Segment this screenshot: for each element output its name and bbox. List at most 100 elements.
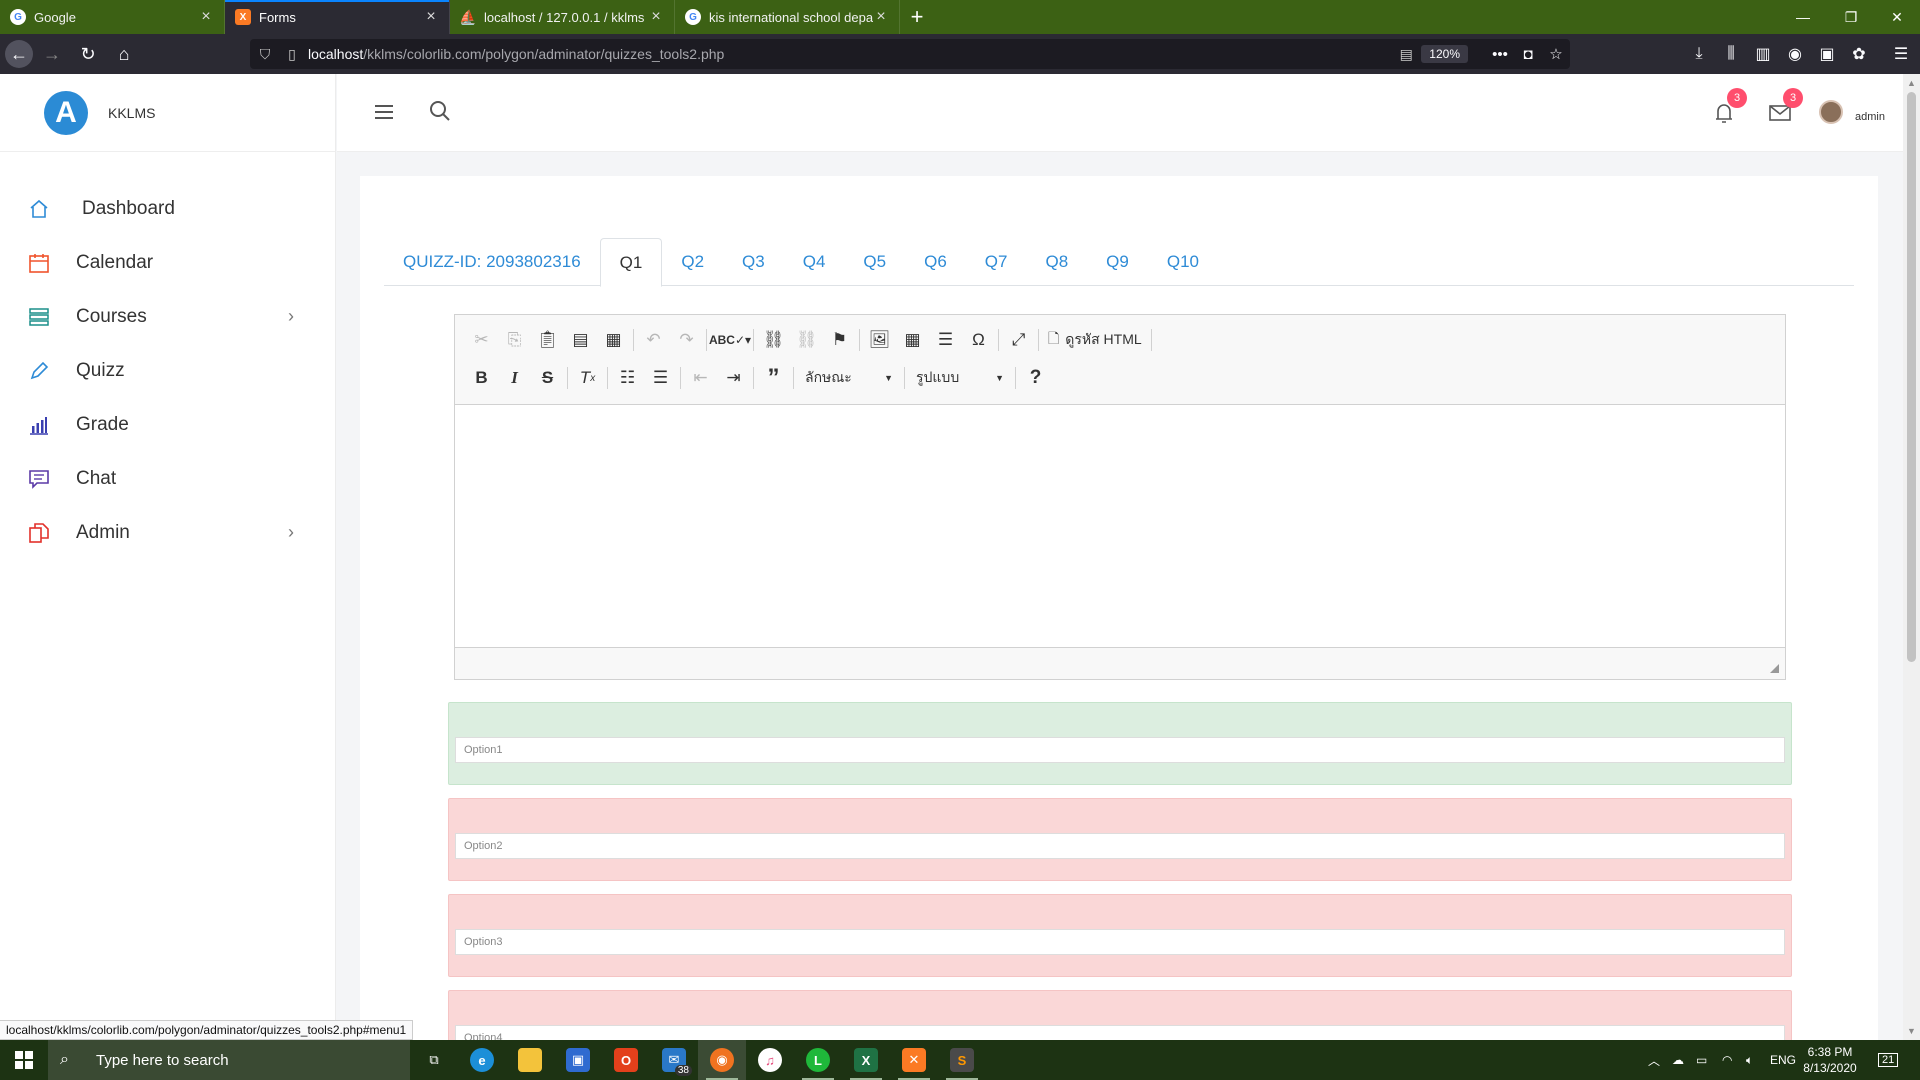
paste-icon[interactable]: 📋︎ [531,326,564,354]
language-indicator[interactable]: ENG [1770,1040,1796,1080]
username-label[interactable]: admin [1855,111,1885,123]
reload-button[interactable]: ↻ [71,39,105,69]
reader-view-icon[interactable]: ▤ [1391,46,1421,63]
paste-text-icon[interactable]: ▤ [564,326,597,354]
library-icon[interactable]: ⫼ [1716,34,1746,74]
minimize-window-icon[interactable]: — [1780,0,1826,34]
browser-tab-google[interactable]: G Google × [0,0,225,34]
cut-icon[interactable]: ✂ [465,326,498,354]
zoom-level[interactable]: 120% [1421,45,1468,63]
xampp-icon[interactable]: ✕ [890,1040,938,1080]
restore-window-icon[interactable]: ❐ [1828,0,1874,34]
remove-format-icon[interactable]: Tx [571,364,604,392]
messages-mail-icon[interactable]: 3 [1765,88,1803,128]
tab-q10[interactable]: Q10 [1148,238,1218,286]
tab-q9[interactable]: Q9 [1087,238,1148,286]
office-icon[interactable]: O [602,1040,650,1080]
sidebar-item-courses[interactable]: Courses › [0,290,335,344]
sidebar-item-grade[interactable]: Grade [0,398,335,452]
file-explorer-icon[interactable] [506,1040,554,1080]
clock[interactable]: 6:38 PM 8/13/2020 [1800,1044,1860,1076]
anchor-flag-icon[interactable]: ⚑ [823,326,856,354]
extension-color-icon[interactable]: ✿ [1844,34,1874,74]
hamburger-menu-icon[interactable] [372,100,396,124]
forward-button[interactable]: → [35,39,69,69]
notifications-bell-icon[interactable]: 3 [1709,88,1747,128]
scroll-up-arrow-icon[interactable]: ▲ [1907,78,1916,88]
start-windows-icon[interactable] [0,1040,48,1080]
style-dropdown[interactable]: ลักษณะ ▼ [797,365,901,391]
search-icon[interactable] [427,98,453,124]
account-icon[interactable]: ◉ [1780,34,1810,74]
format-dropdown[interactable]: รูปแบบ ▼ [908,365,1012,391]
line-app-icon[interactable]: L [794,1040,842,1080]
numbered-list-icon[interactable]: ☷ [611,364,644,392]
url-bar[interactable]: ⛉ ▯ localhost/kklms/colorlib.com/polygon… [250,39,1570,69]
scrollbar-thumb[interactable] [1907,92,1916,662]
task-view-icon[interactable]: ⧉ [410,1040,458,1080]
battery-icon[interactable]: ▭ [1696,1040,1707,1080]
browser-tab-phpmyadmin[interactable]: ⛵ localhost / 127.0.0.1 / kklms / q × [450,0,675,34]
spellcheck-icon[interactable]: ABC✓▾ [709,326,751,354]
maximize-icon[interactable]: ⤢ [1002,326,1035,354]
itunes-icon[interactable]: ♫ [746,1040,794,1080]
scroll-down-arrow-icon[interactable]: ▼ [1907,1026,1916,1036]
tab-q7[interactable]: Q7 [966,238,1027,286]
pocket-icon[interactable]: ◘ [1514,46,1542,63]
close-tab-icon[interactable]: × [198,8,214,26]
sidebar-item-quizz[interactable]: Quizz [0,344,335,398]
close-tab-icon[interactable]: × [648,8,664,26]
wifi-icon[interactable]: ◠ [1722,1040,1732,1080]
link-icon[interactable]: ⛓ [757,326,790,354]
tab-q6[interactable]: Q6 [905,238,966,286]
tab-q1[interactable]: Q1 [599,238,663,287]
brand[interactable]: A KKLMS [0,74,335,152]
page-info-icon[interactable]: ▯ [280,46,304,63]
sidebar-item-chat[interactable]: Chat [0,452,335,506]
excel-icon[interactable]: X [842,1040,890,1080]
shield-icon[interactable]: ⛉ [250,46,280,63]
show-hidden-icons-chevron-icon[interactable]: ︿ [1648,1040,1660,1080]
copy-icon[interactable]: ⎘ [498,326,531,354]
new-tab-button[interactable]: + [900,0,934,34]
sublime-text-icon[interactable]: S [938,1040,986,1080]
editor-content-area[interactable] [455,405,1785,647]
action-center-icon[interactable]: 21 [1878,1040,1899,1080]
blockquote-icon[interactable]: ” [757,364,790,392]
bulleted-list-icon[interactable]: ☰ [644,364,677,392]
volume-icon[interactable]: 🔈︎ [1746,1040,1753,1080]
paste-from-word-icon[interactable]: ▦ [597,326,630,354]
bookmark-star-icon[interactable]: ☆ [1542,45,1570,63]
extension-icon[interactable]: ▣ [1812,34,1842,74]
help-icon[interactable]: ? [1019,364,1052,392]
avatar[interactable] [1819,100,1843,124]
more-actions-icon[interactable]: ••• [1486,46,1514,63]
horizontal-rule-icon[interactable]: ☰ [929,326,962,354]
home-button[interactable]: ⌂ [107,39,141,69]
vertical-scrollbar[interactable]: ▲ ▼ [1903,74,1920,1040]
close-tab-icon[interactable]: × [873,8,889,26]
source-html-button[interactable]: 🗋︎ ดูรหัส HTML [1042,326,1148,354]
option-2-input[interactable] [455,833,1785,859]
close-window-icon[interactable]: ✕ [1874,0,1920,34]
tab-q2[interactable]: Q2 [662,238,723,286]
browser-tab-kis[interactable]: G kis international school depart × [675,0,900,34]
close-tab-icon[interactable]: × [423,8,439,26]
image-icon[interactable]: 🖼︎ [863,326,896,354]
italic-icon[interactable]: I [498,364,531,392]
menu-icon[interactable]: ☰ [1886,34,1916,74]
option-1-input[interactable] [455,737,1785,763]
url-text[interactable]: localhost/kklms/colorlib.com/polygon/adm… [304,46,1391,62]
tab-q3[interactable]: Q3 [723,238,784,286]
strikethrough-icon[interactable]: S [531,364,564,392]
sidebar-item-dashboard[interactable]: Dashboard [0,182,335,236]
undo-icon[interactable]: ↶ [637,326,670,354]
browser-tab-forms[interactable]: X Forms × [225,0,450,34]
table-icon[interactable]: ▦ [896,326,929,354]
back-button[interactable]: ← [5,40,33,68]
tab-q5[interactable]: Q5 [844,238,905,286]
sidebar-item-admin[interactable]: Admin › [0,506,335,560]
onedrive-cloud-icon[interactable]: ☁ [1672,1040,1684,1080]
taskbar-search-box[interactable]: ⌕ Type here to search [48,1040,410,1080]
firefox-icon[interactable]: ◉ [698,1040,746,1080]
